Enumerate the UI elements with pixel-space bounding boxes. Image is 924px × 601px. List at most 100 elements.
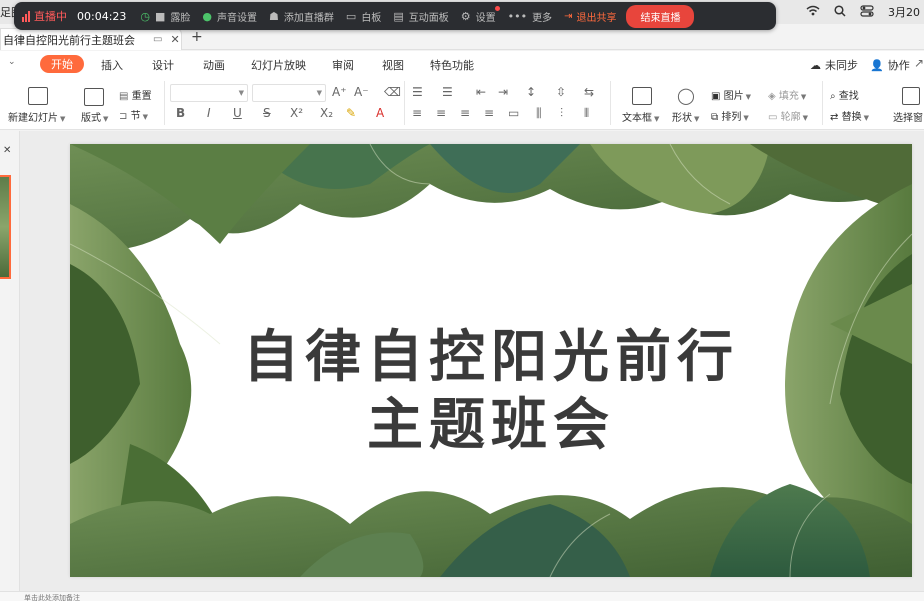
superscript-button[interactable]: X²	[290, 106, 303, 120]
tab-insert[interactable]: 插入	[101, 57, 123, 73]
paragraph-spacing-icon[interactable]: ⇳	[556, 85, 566, 99]
close-tab-icon[interactable]: ✕	[170, 33, 179, 46]
slide-title-line-2[interactable]: 主题班会	[70, 380, 912, 461]
exit-icon: ⇥	[564, 10, 573, 22]
close-pane-icon[interactable]: ✕	[3, 145, 11, 156]
font-size-select[interactable]: ▼	[252, 84, 326, 102]
text-box-button[interactable]: 文本框 ▼	[622, 109, 659, 124]
clear-format-icon[interactable]: ⌫	[384, 85, 401, 99]
section-label: 节	[130, 111, 141, 122]
fill-label: 填充	[778, 91, 799, 102]
layout-button[interactable]: 版式 ▼	[81, 109, 108, 124]
slide-thumbnail[interactable]	[0, 175, 11, 279]
find-button[interactable]: ⌕ 查找	[830, 87, 859, 102]
decrease-font-icon[interactable]: A⁻	[354, 85, 369, 99]
bullet-list-icon[interactable]: ☰	[412, 85, 423, 99]
document-tab-title: 自律自控阳光前行主题班会	[3, 33, 135, 47]
end-live-button[interactable]: 结束直播	[626, 4, 695, 28]
tab-review[interactable]: 审阅	[332, 57, 354, 73]
gear-icon: ⚙	[460, 9, 471, 23]
shape-button[interactable]: 形状 ▼	[672, 109, 699, 124]
exit-share-button[interactable]: ⇥ 退出共享	[564, 9, 616, 24]
new-tab-button[interactable]: +	[191, 29, 203, 45]
notes-pane[interactable]: 单击此处添加备注	[0, 591, 924, 601]
select-pane-icon[interactable]	[902, 87, 920, 105]
find-label: 查找	[838, 91, 859, 102]
increase-indent-icon[interactable]: ⇥	[498, 85, 508, 99]
tab-view[interactable]: 视图	[382, 57, 404, 73]
add-group-button[interactable]: ☗ 添加直播群	[269, 9, 334, 24]
comment-icon[interactable]: ▭	[153, 34, 162, 45]
arrange-button[interactable]: ⧉ 排列 ▼	[711, 108, 749, 123]
outline-icon: ▭	[768, 112, 778, 123]
decrease-indent-icon[interactable]: ⇤	[476, 85, 486, 99]
reset-button[interactable]: ▤ 重置	[119, 87, 152, 102]
camera-icon: ■	[155, 9, 166, 23]
control-center-icon[interactable]	[860, 4, 874, 20]
search-icon[interactable]	[834, 4, 846, 20]
exit-share-label: 退出共享	[576, 12, 617, 24]
columns-icon[interactable]: ⫶	[560, 106, 563, 121]
tab-design[interactable]: 设计	[152, 57, 174, 73]
tab-slideshow[interactable]: 幻灯片放映	[251, 57, 306, 73]
chevron-down-icon[interactable]: ⌄	[8, 57, 16, 67]
subscript-button[interactable]: X₂	[320, 106, 333, 120]
font-family-select[interactable]: ▼	[170, 84, 248, 102]
tab-animation[interactable]: 动画	[203, 57, 225, 73]
line-spacing-icon[interactable]: ↕	[526, 85, 536, 99]
microphone-icon: ●	[202, 9, 213, 23]
select-pane-button[interactable]: 选择窗	[893, 109, 923, 124]
align-left-icon[interactable]: ≡	[412, 106, 422, 120]
whiteboard-button[interactable]: ▭ 白板	[346, 9, 381, 24]
bold-button[interactable]: B	[176, 106, 185, 120]
align-center-icon[interactable]: ≡	[436, 106, 446, 120]
tab-home[interactable]: 开始	[40, 55, 84, 73]
more-button[interactable]: ••• 更多	[508, 9, 552, 24]
divider	[164, 81, 165, 125]
section-icon: ⊐	[119, 111, 128, 122]
audio-settings-button[interactable]: ● 声音设置	[202, 9, 257, 24]
font-color-icon[interactable]: A	[376, 106, 384, 120]
increase-font-icon[interactable]: A⁺	[332, 85, 347, 99]
picture-button[interactable]: ▣ 图片 ▼	[711, 87, 751, 102]
interaction-panel-button[interactable]: ▤ 互动面板	[393, 9, 448, 24]
fill-button[interactable]: ◈ 填充 ▼	[768, 87, 806, 102]
layout-label: 版式	[81, 113, 101, 124]
new-slide-button[interactable]: 新建幻灯片 ▼	[8, 109, 65, 124]
section-button[interactable]: ⊐ 节 ▼	[119, 107, 148, 122]
app-window: 足图 3月20 自律自控阳光前行主题班会 ▭ ✕ + ⌄ 开始 插入 设计 动画	[0, 0, 924, 601]
live-stream-toolbar: 直播中 00:04:23 ◷ ■ 露脸 ● 声音设置 ☗ 添加直播群 ▭ 白板 …	[14, 2, 776, 30]
share-icon[interactable]: ↗	[914, 56, 924, 70]
shape-icon[interactable]: ◯	[677, 86, 695, 105]
text-box-icon[interactable]	[632, 87, 652, 105]
underline-button[interactable]: U	[233, 106, 242, 120]
text-direction-icon[interactable]: ⇆	[584, 85, 594, 99]
new-slide-icon[interactable]	[28, 87, 48, 105]
collab-button[interactable]: 👤 协作	[870, 57, 910, 73]
sync-status[interactable]: ☁ 未同步	[810, 57, 858, 73]
justify-icon[interactable]: ≡	[484, 106, 494, 120]
text-align-icon[interactable]: ⫴	[584, 106, 589, 121]
numbered-list-icon[interactable]: ☰	[442, 85, 453, 99]
strikethrough-button[interactable]: S	[263, 106, 271, 120]
italic-button[interactable]: I	[207, 106, 211, 120]
distribute-icon[interactable]: ▭	[508, 106, 519, 120]
outline-button[interactable]: ▭ 轮廓 ▼	[768, 108, 808, 123]
wifi-icon[interactable]	[806, 5, 820, 19]
tab-special-features[interactable]: 特色功能	[430, 57, 474, 73]
settings-button[interactable]: ⚙ 设置	[460, 5, 500, 24]
align-right-icon[interactable]: ≡	[460, 106, 470, 120]
divider	[610, 81, 611, 125]
live-status-label: 直播中	[34, 10, 67, 23]
slide-canvas[interactable]: 自律自控阳光前行 主题班会	[70, 144, 912, 577]
show-face-button[interactable]: ◷ ■ 露脸	[140, 9, 190, 24]
user-icon: 👤	[870, 58, 884, 72]
document-tab[interactable]: 自律自控阳光前行主题班会 ▭ ✕	[0, 28, 182, 50]
slide-thumbnail-pane: ✕	[0, 131, 20, 591]
cloud-icon: ☁	[810, 58, 821, 72]
replace-button[interactable]: ⇄ 替换 ▼	[830, 108, 869, 123]
layout-icon[interactable]	[84, 88, 104, 106]
highlight-icon[interactable]: ✎	[346, 106, 356, 120]
column-icon[interactable]: ⫼	[536, 106, 542, 121]
outline-label: 轮廓	[780, 112, 801, 123]
